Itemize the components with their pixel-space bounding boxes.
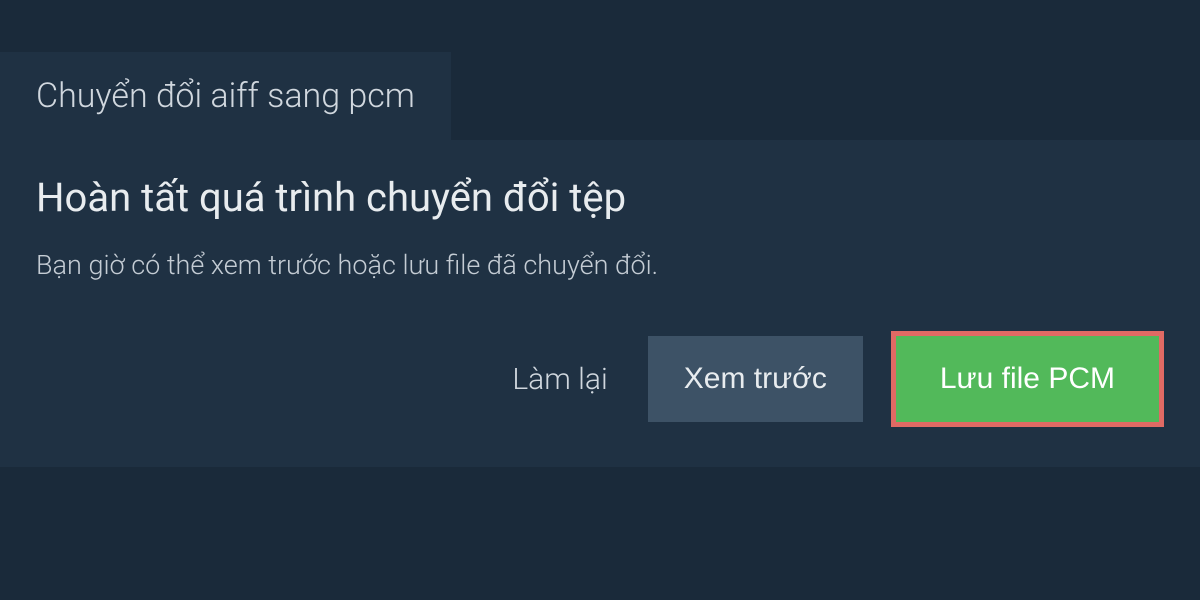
tab-label: Chuyển đổi aiff sang pcm: [36, 76, 415, 116]
save-button[interactable]: Lưu file PCM: [891, 331, 1164, 427]
tab-convert[interactable]: Chuyển đổi aiff sang pcm: [0, 52, 451, 140]
page-description: Bạn giờ có thể xem trước hoặc lưu file đ…: [36, 249, 1164, 281]
preview-button[interactable]: Xem trước: [648, 336, 863, 422]
main-container: Chuyển đổi aiff sang pcm Hoàn tất quá tr…: [0, 0, 1200, 467]
action-bar: Làm lại Xem trước Lưu file PCM: [36, 331, 1164, 427]
retry-button[interactable]: Làm lại: [500, 362, 619, 397]
content-panel: Hoàn tất quá trình chuyển đổi tệp Bạn gi…: [0, 140, 1200, 467]
page-title: Hoàn tất quá trình chuyển đổi tệp: [36, 174, 1164, 221]
